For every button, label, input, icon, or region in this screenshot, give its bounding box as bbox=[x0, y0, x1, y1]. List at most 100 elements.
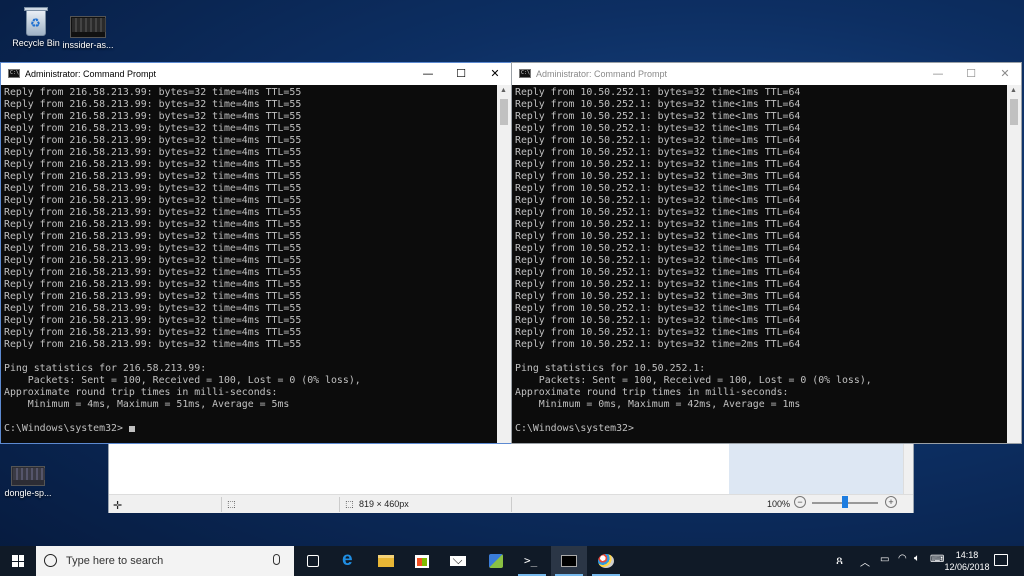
inssider-icon bbox=[70, 16, 106, 38]
wifi-icon[interactable]: ◠ bbox=[898, 553, 907, 576]
editor-canvas[interactable] bbox=[109, 444, 729, 494]
console-reply-line: Reply from 10.50.252.1: bytes=32 time<1m… bbox=[515, 255, 801, 266]
battery-icon[interactable]: ▭ bbox=[880, 554, 889, 576]
console-output[interactable]: Reply from 216.58.213.99: bytes=32 time=… bbox=[1, 85, 497, 443]
console-reply-line: Reply from 10.50.252.1: bytes=32 time<1m… bbox=[515, 207, 801, 218]
console-scrollbar[interactable]: ▲ bbox=[497, 85, 511, 443]
editor-workspace bbox=[729, 444, 905, 494]
console-reply-line: Reply from 216.58.213.99: bytes=32 time=… bbox=[4, 99, 302, 110]
system-clock[interactable]: 14:18 12/06/2018 bbox=[942, 549, 992, 573]
close-button[interactable]: ✕ bbox=[988, 63, 1022, 85]
taskbar-network-app[interactable] bbox=[478, 546, 514, 576]
zoom-slider-thumb[interactable] bbox=[842, 496, 848, 508]
scrollbar-thumb[interactable] bbox=[1010, 99, 1018, 125]
window-title-bar[interactable]: Administrator: Command Prompt — ☐ ✕ bbox=[512, 63, 1021, 85]
network-app-icon bbox=[489, 554, 503, 568]
start-button[interactable] bbox=[0, 546, 36, 576]
console-reply-line: Reply from 216.58.213.99: bytes=32 time=… bbox=[4, 243, 302, 254]
console-reply-line: Reply from 216.58.213.99: bytes=32 time=… bbox=[4, 195, 302, 206]
move-cursor-icon: ✛ bbox=[113, 500, 123, 512]
console-reply-line: Reply from 10.50.252.1: bytes=32 time=3m… bbox=[515, 171, 801, 182]
console-approx-line: Approximate round trip times in milli-se… bbox=[4, 387, 278, 398]
scroll-up-arrow-icon[interactable]: ▲ bbox=[500, 87, 507, 94]
volume-icon[interactable]: 🔈︎ bbox=[914, 553, 920, 576]
console-reply-line: Reply from 216.58.213.99: bytes=32 time=… bbox=[4, 255, 302, 266]
console-reply-line: Reply from 216.58.213.99: bytes=32 time=… bbox=[4, 267, 302, 278]
task-view-icon bbox=[307, 555, 319, 567]
taskbar-mail[interactable] bbox=[440, 546, 476, 576]
minimize-button[interactable]: — bbox=[921, 63, 955, 85]
canvas-size-label: 819 × 460px bbox=[359, 499, 409, 509]
console-approx-line: Approximate round trip times in milli-se… bbox=[515, 387, 789, 398]
console-reply-line: Reply from 216.58.213.99: bytes=32 time=… bbox=[4, 231, 302, 242]
console-stats-header: Ping statistics for 216.58.213.99: bbox=[4, 363, 207, 374]
taskbar: Type here to search e >_ ጸ ︿ ▭ ◠ 🔈︎ ⌨ 14… bbox=[0, 546, 1024, 576]
console-reply-line: Reply from 216.58.213.99: bytes=32 time=… bbox=[4, 135, 302, 146]
canvas-size-icon: ⬚ bbox=[345, 499, 354, 509]
console-reply-line: Reply from 216.58.213.99: bytes=32 time=… bbox=[4, 291, 302, 302]
window-title: Administrator: Command Prompt bbox=[536, 69, 668, 79]
windows-logo-icon bbox=[12, 555, 24, 567]
console-reply-line: Reply from 10.50.252.1: bytes=32 time=1m… bbox=[515, 219, 801, 230]
zoom-out-button[interactable]: − bbox=[794, 496, 806, 508]
powershell-icon: >_ bbox=[524, 554, 538, 567]
taskbar-command-prompt[interactable] bbox=[551, 546, 587, 576]
console-reply-line: Reply from 10.50.252.1: bytes=32 time<1m… bbox=[515, 147, 801, 158]
taskbar-powershell[interactable]: >_ bbox=[514, 546, 550, 576]
microphone-icon[interactable] bbox=[273, 554, 280, 565]
console-prompt: C:\Windows\system32> bbox=[4, 423, 494, 435]
console-reply-line: Reply from 216.58.213.99: bytes=32 time=… bbox=[4, 303, 302, 314]
scroll-up-arrow-icon[interactable]: ▲ bbox=[1010, 87, 1017, 94]
console-reply-line: Reply from 10.50.252.1: bytes=32 time=1m… bbox=[515, 135, 801, 146]
scrollbar-thumb[interactable] bbox=[500, 99, 508, 125]
desktop-icon-inssider[interactable]: inssider-as... bbox=[52, 16, 124, 50]
console-reply-line: Reply from 216.58.213.99: bytes=32 time=… bbox=[4, 327, 302, 338]
console-packets-line: Packets: Sent = 100, Received = 100, Los… bbox=[4, 375, 361, 386]
people-icon[interactable]: ጸ bbox=[836, 553, 843, 576]
search-placeholder: Type here to search bbox=[66, 555, 164, 567]
taskbar-file-explorer[interactable] bbox=[368, 546, 404, 576]
console-scrollbar[interactable]: ▲ bbox=[1007, 85, 1021, 443]
console-reply-line: Reply from 10.50.252.1: bytes=32 time=1m… bbox=[515, 267, 801, 278]
console-output[interactable]: Reply from 10.50.252.1: bytes=32 time<1m… bbox=[512, 85, 1007, 443]
maximize-button[interactable]: ☐ bbox=[954, 63, 988, 85]
desktop-icon-dongle[interactable]: dongle-sp... bbox=[0, 466, 64, 498]
maximize-button[interactable]: ☐ bbox=[444, 63, 478, 85]
close-button[interactable]: ✕ bbox=[478, 63, 512, 85]
console-reply-line: Reply from 10.50.252.1: bytes=32 time<1m… bbox=[515, 303, 801, 314]
editor-status-bar: ✛ ⬚ ⬚ 819 × 460px 100% bbox=[109, 494, 913, 513]
action-center-icon[interactable] bbox=[994, 554, 1008, 566]
console-reply-line: Reply from 10.50.252.1: bytes=32 time<1m… bbox=[515, 111, 801, 122]
zoom-in-button[interactable]: + bbox=[885, 496, 897, 508]
command-prompt-icon bbox=[561, 555, 577, 567]
show-hidden-icons-chevron-icon[interactable]: ︿ bbox=[860, 554, 870, 576]
task-view-button[interactable] bbox=[295, 546, 331, 576]
console-reply-line: Reply from 216.58.213.99: bytes=32 time=… bbox=[4, 339, 302, 350]
taskbar-edge[interactable]: e bbox=[331, 546, 367, 576]
minimize-button[interactable]: — bbox=[411, 63, 445, 85]
editor-scrollbar[interactable] bbox=[903, 444, 913, 494]
console-reply-line: Reply from 216.58.213.99: bytes=32 time=… bbox=[4, 219, 302, 230]
console-reply-line: Reply from 216.58.213.99: bytes=32 time=… bbox=[4, 279, 302, 290]
dongle-file-icon bbox=[11, 466, 45, 486]
console-prompt: C:\Windows\system32> bbox=[515, 423, 634, 434]
desktop-icon-label: inssider-as... bbox=[62, 40, 114, 50]
command-prompt-window-left[interactable]: Administrator: Command Prompt — ☐ ✕ Repl… bbox=[0, 62, 512, 444]
selection-size-icon: ⬚ bbox=[227, 499, 236, 509]
console-reply-line: Reply from 10.50.252.1: bytes=32 time<1m… bbox=[515, 327, 801, 338]
command-prompt-window-right[interactable]: Administrator: Command Prompt — ☐ ✕ Repl… bbox=[511, 62, 1022, 444]
taskbar-store[interactable] bbox=[404, 546, 440, 576]
console-reply-line: Reply from 216.58.213.99: bytes=32 time=… bbox=[4, 123, 302, 134]
console-reply-line: Reply from 10.50.252.1: bytes=32 time<1m… bbox=[515, 279, 801, 290]
desktop-icon-label: dongle-sp... bbox=[4, 488, 52, 498]
console-reply-line: Reply from 216.58.213.99: bytes=32 time=… bbox=[4, 111, 302, 122]
zoom-level-label: 100% bbox=[767, 499, 791, 509]
taskbar-paint[interactable] bbox=[588, 546, 624, 576]
folder-icon bbox=[378, 555, 394, 567]
console-reply-line: Reply from 10.50.252.1: bytes=32 time<1m… bbox=[515, 87, 801, 98]
window-title-bar[interactable]: Administrator: Command Prompt — ☐ ✕ bbox=[1, 63, 511, 85]
edge-browser-icon: e bbox=[342, 549, 353, 570]
taskbar-search-box[interactable]: Type here to search bbox=[36, 546, 294, 576]
